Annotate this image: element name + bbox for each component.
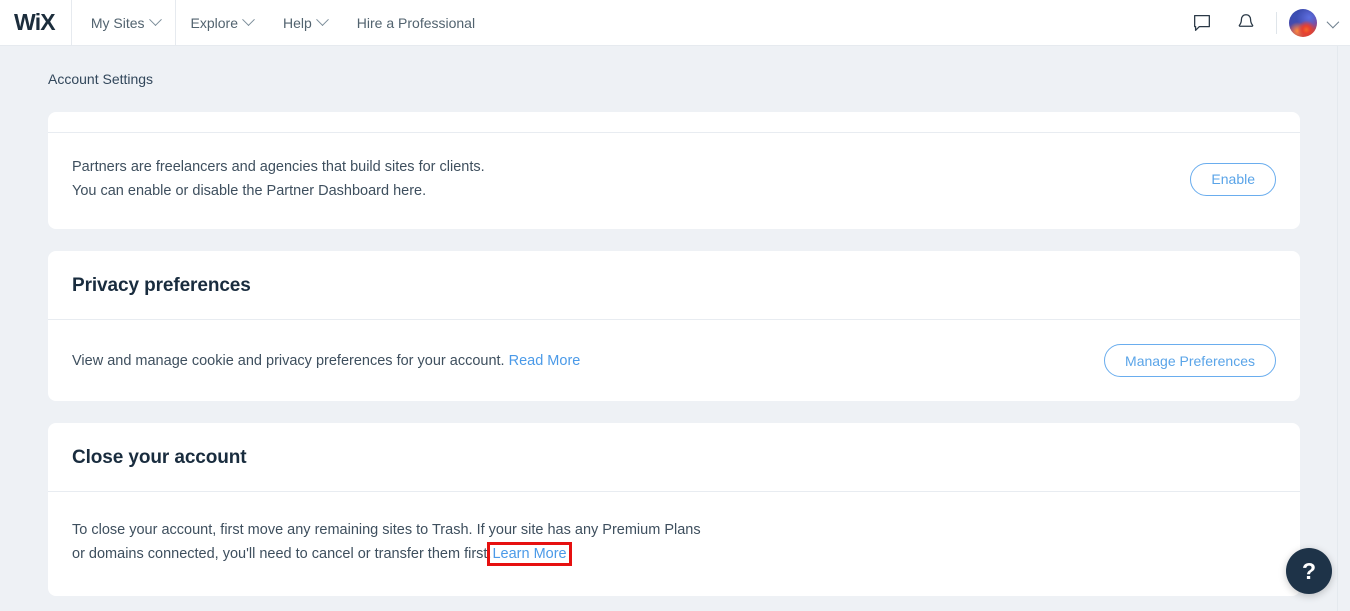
chevron-down-icon [148,13,162,27]
page-subheader: Account Settings [0,46,1350,112]
nav-item-help[interactable]: Help [268,0,342,46]
close-account-description-line-2: or domains connected, you'll need to can… [72,542,701,566]
partners-description-line-2: You can enable or disable the Partner Da… [72,183,427,199]
chevron-down-icon [242,13,255,27]
settings-content: Partners are freelancers and agencies th… [0,112,1350,596]
wix-logo[interactable]: WiX [14,11,71,34]
close-account-title: Close your account [72,447,247,468]
bell-icon [1238,14,1254,27]
nav-item-hire-a-professional[interactable]: Hire a Professional [342,0,490,46]
partners-card-header-cut [48,112,1300,133]
learn-more-link[interactable]: Learn More [487,542,572,566]
chat-bubble-button[interactable] [1180,0,1224,46]
page-title: Account Settings [48,71,154,87]
partners-card: Partners are freelancers and agencies th… [48,112,1300,229]
close-account-description-line-2-text: or domains connected, you'll need to can… [72,546,492,562]
nav-item-help-label: Help [283,14,312,31]
top-bar-actions [1180,0,1340,46]
nav-item-explore[interactable]: Explore [176,0,268,46]
close-account-card: Close your account To close your account… [48,423,1300,596]
nav-item-my-sites[interactable]: My Sites [72,0,175,46]
help-button[interactable]: ? [1286,548,1332,594]
account-chevron-down-icon[interactable] [1326,15,1340,28]
close-account-description-line-1: To close your account, first move any re… [72,522,701,538]
chat-bubble-icon [1194,15,1210,31]
privacy-preferences-description-text: View and manage cookie and privacy prefe… [72,352,505,369]
nav-item-my-sites-label: My Sites [90,14,145,31]
privacy-preferences-card: Privacy preferences View and manage cook… [48,251,1300,401]
main-nav: My Sites Explore Help Hire a Professiona… [72,0,490,46]
manage-preferences-button[interactable]: Manage Preferences [1104,344,1276,377]
chevron-down-icon [315,13,329,27]
avatar[interactable] [1289,9,1317,37]
privacy-preferences-card-body: View and manage cookie and privacy prefe… [48,320,1300,401]
privacy-preferences-title: Privacy preferences [72,275,251,296]
partners-card-body: Partners are freelancers and agencies th… [48,133,1300,229]
top-navigation-bar: WiX My Sites Explore Help Hire a Profess… [0,0,1350,46]
partners-description-line-1: Partners are freelancers and agencies th… [72,159,485,175]
read-more-link[interactable]: Read More [509,353,581,369]
partners-description: Partners are freelancers and agencies th… [72,155,485,203]
nav-item-hire-a-professional-label: Hire a Professional [356,14,476,31]
close-account-card-header: Close your account [48,423,1300,492]
notifications-button[interactable] [1224,0,1268,46]
close-account-description: To close your account, first move any re… [72,518,701,566]
privacy-preferences-card-header: Privacy preferences [48,251,1300,320]
account-divider [1276,12,1277,34]
close-account-card-body: To close your account, first move any re… [48,492,1300,596]
nav-item-explore-label: Explore [190,14,238,31]
privacy-preferences-description: View and manage cookie and privacy prefe… [72,349,580,373]
right-edge-strip [1337,46,1350,611]
enable-partner-dashboard-button[interactable]: Enable [1190,162,1276,196]
